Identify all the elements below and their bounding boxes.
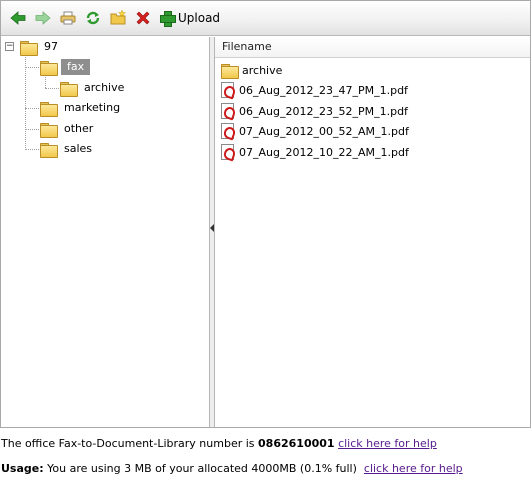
tree-connector <box>45 74 46 88</box>
usage-text: You are using 3 MB of your allocated 400… <box>43 462 357 475</box>
tree-connector <box>25 149 39 150</box>
new-folder-icon[interactable] <box>110 10 126 26</box>
tree-item-label: archive <box>84 81 125 94</box>
file-row[interactable]: 07_Aug_2012_10_22_AM_1.pdf <box>221 143 409 161</box>
file-row[interactable]: 07_Aug_2012_00_52_AM_1.pdf <box>221 122 409 140</box>
file-name: 07_Aug_2012_10_22_AM_1.pdf <box>239 145 409 159</box>
usage-help-link[interactable]: click here for help <box>364 462 463 475</box>
tree-connector <box>25 67 39 68</box>
forward-arrow-icon[interactable] <box>35 10 51 26</box>
back-arrow-icon[interactable] <box>10 10 26 26</box>
tree-item-label: other <box>64 122 94 135</box>
file-row-archive-folder[interactable]: archive <box>221 61 282 79</box>
delete-icon[interactable] <box>135 10 151 26</box>
file-list: Filename archive 06_Aug_2012_23_47_PM_1.… <box>215 37 530 427</box>
collapse-arrow-icon[interactable] <box>210 224 214 232</box>
file-name: 06_Aug_2012_23_47_PM_1.pdf <box>239 83 408 97</box>
file-name: 07_Aug_2012_00_52_AM_1.pdf <box>239 124 409 138</box>
tree-item-root[interactable]: 97 <box>20 38 61 56</box>
collapse-toggle[interactable]: − <box>5 42 14 51</box>
filename-column-header[interactable]: Filename <box>215 37 530 58</box>
usage-line: Usage: You are using 3 MB of your alloca… <box>1 462 463 475</box>
tree-item-other[interactable]: other <box>40 120 96 138</box>
pdf-icon <box>221 103 234 119</box>
folder-icon <box>40 60 58 76</box>
pdf-icon <box>221 144 234 160</box>
tree-connector <box>25 129 39 130</box>
tree-item-label: fax <box>61 59 91 75</box>
tree-item-sales[interactable]: sales <box>40 140 95 158</box>
folder-icon <box>40 101 58 117</box>
file-name: archive <box>242 63 283 77</box>
tree-item-label: marketing <box>64 101 121 114</box>
file-name: 06_Aug_2012_23_52_PM_1.pdf <box>239 104 408 118</box>
tree-item-fax[interactable]: fax <box>40 58 91 76</box>
upload-button[interactable]: Upload <box>159 10 221 27</box>
file-manager-window: Upload − 97 fax archive marketing other … <box>0 0 531 428</box>
fax-number-line: The office Fax-to-Document-Library numbe… <box>1 437 437 450</box>
folder-icon <box>221 63 239 79</box>
folder-icon <box>40 142 58 158</box>
folder-icon <box>40 122 58 138</box>
pdf-icon <box>221 82 234 98</box>
tree-item-label: 97 <box>44 40 58 53</box>
file-row[interactable]: 06_Aug_2012_23_47_PM_1.pdf <box>221 81 408 99</box>
usage-label: Usage: <box>1 462 44 475</box>
fax-number: 0862610001 <box>258 437 335 450</box>
pdf-icon <box>221 123 234 139</box>
tree-connector <box>45 88 59 89</box>
folder-icon <box>20 40 38 56</box>
tree-item-archive[interactable]: archive <box>60 79 127 97</box>
upload-label: Upload <box>178 11 221 25</box>
fax-number-prefix: The office Fax-to-Document-Library numbe… <box>1 437 259 450</box>
folder-icon <box>60 81 78 97</box>
toolbar: Upload <box>1 1 530 36</box>
plus-icon <box>159 10 176 27</box>
tree-connector <box>25 108 39 109</box>
tree-item-label: sales <box>64 142 93 155</box>
print-icon[interactable] <box>60 10 76 26</box>
fax-help-link[interactable]: click here for help <box>338 437 437 450</box>
file-row[interactable]: 06_Aug_2012_23_52_PM_1.pdf <box>221 102 408 120</box>
refresh-icon[interactable] <box>85 10 101 26</box>
folder-tree: − 97 fax archive marketing other sales <box>1 37 209 427</box>
tree-item-marketing[interactable]: marketing <box>40 99 123 117</box>
